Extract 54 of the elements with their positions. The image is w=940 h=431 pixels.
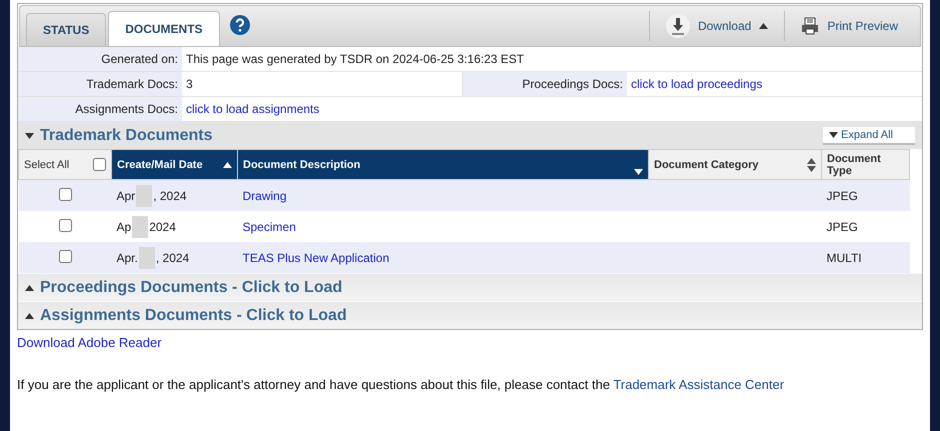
help-icon[interactable] bbox=[230, 15, 250, 35]
download-button[interactable]: Download bbox=[650, 14, 784, 38]
info-label: Proceedings Docs: bbox=[463, 72, 627, 96]
table-cell: JPEG bbox=[826, 220, 858, 234]
info-value: 3 bbox=[186, 77, 193, 91]
caret-icon bbox=[759, 23, 768, 29]
redaction-blur bbox=[136, 184, 152, 206]
section-title: Assignments Documents - Click to Load bbox=[40, 306, 347, 324]
print-preview-button[interactable]: Print Preview bbox=[785, 17, 914, 35]
column-header[interactable]: Create/Mail Date bbox=[112, 150, 238, 180]
document-link[interactable]: Specimen bbox=[242, 220, 296, 234]
download-icon bbox=[666, 14, 690, 38]
section-header[interactable]: Trademark Documents Expand All bbox=[18, 122, 922, 149]
section-header[interactable]: Proceedings Documents - Click to Load bbox=[18, 273, 922, 301]
info-label: Assignments Docs: bbox=[18, 97, 182, 121]
proceedings-link[interactable]: click to load proceedings bbox=[631, 77, 762, 91]
table-cell: MULTI bbox=[826, 250, 862, 264]
printer-icon bbox=[801, 17, 820, 35]
sort-icon bbox=[807, 158, 816, 172]
date-text: 2024 bbox=[149, 220, 176, 234]
date-text: Ap bbox=[116, 220, 132, 234]
contact-text: If you are the applicant or the applicant's attorney and have questions about this file, please contact the Trademark Assistance Center bbox=[17, 377, 786, 392]
date-text: Apr. bbox=[116, 250, 138, 264]
column-header[interactable]: Document Category bbox=[648, 150, 822, 180]
document-link[interactable]: Drawing bbox=[242, 188, 287, 202]
tab[interactable]: STATUS bbox=[26, 13, 106, 46]
sort-icon bbox=[634, 168, 643, 174]
assignments-link[interactable]: click to load assignments bbox=[186, 102, 320, 116]
row-checkbox[interactable] bbox=[58, 218, 72, 232]
redaction-blur bbox=[132, 216, 148, 238]
info-label: Trademark Docs: bbox=[18, 72, 182, 96]
select-all-label: Select All bbox=[24, 158, 70, 170]
row-checkbox[interactable] bbox=[58, 250, 72, 262]
section-title: Trademark Documents bbox=[40, 126, 213, 144]
table-cell: JPEG bbox=[826, 188, 858, 202]
section-header[interactable]: Assignments Documents - Click to Load bbox=[18, 301, 922, 329]
date-text: Apr bbox=[116, 188, 136, 202]
caret-icon bbox=[829, 132, 838, 138]
section-title: Proceedings Documents - Click to Load bbox=[40, 278, 342, 296]
adobe-reader-link[interactable]: Download Adobe Reader bbox=[17, 335, 923, 350]
row-checkbox[interactable] bbox=[58, 188, 72, 200]
expand-all-button[interactable]: Expand All bbox=[823, 126, 915, 144]
assistance-center-link[interactable]: Trademark Assistance Center bbox=[613, 377, 784, 392]
document-link[interactable]: TEAS Plus New Application bbox=[242, 250, 390, 264]
date-text: , 2024 bbox=[153, 188, 187, 202]
redaction-blur bbox=[138, 246, 155, 268]
tab[interactable]: DOCUMENTS bbox=[108, 11, 220, 46]
column-header[interactable]: Document Type bbox=[822, 150, 910, 180]
info-label: Generated on: bbox=[18, 47, 182, 71]
info-value: This page was generated by TSDR on 2024-06-25 3:16:23 EST bbox=[186, 52, 524, 66]
date-text: , 2024 bbox=[156, 250, 190, 264]
sort-icon bbox=[223, 162, 232, 168]
column-header[interactable]: Document Description bbox=[238, 150, 648, 180]
select-all-checkbox[interactable] bbox=[93, 158, 106, 171]
